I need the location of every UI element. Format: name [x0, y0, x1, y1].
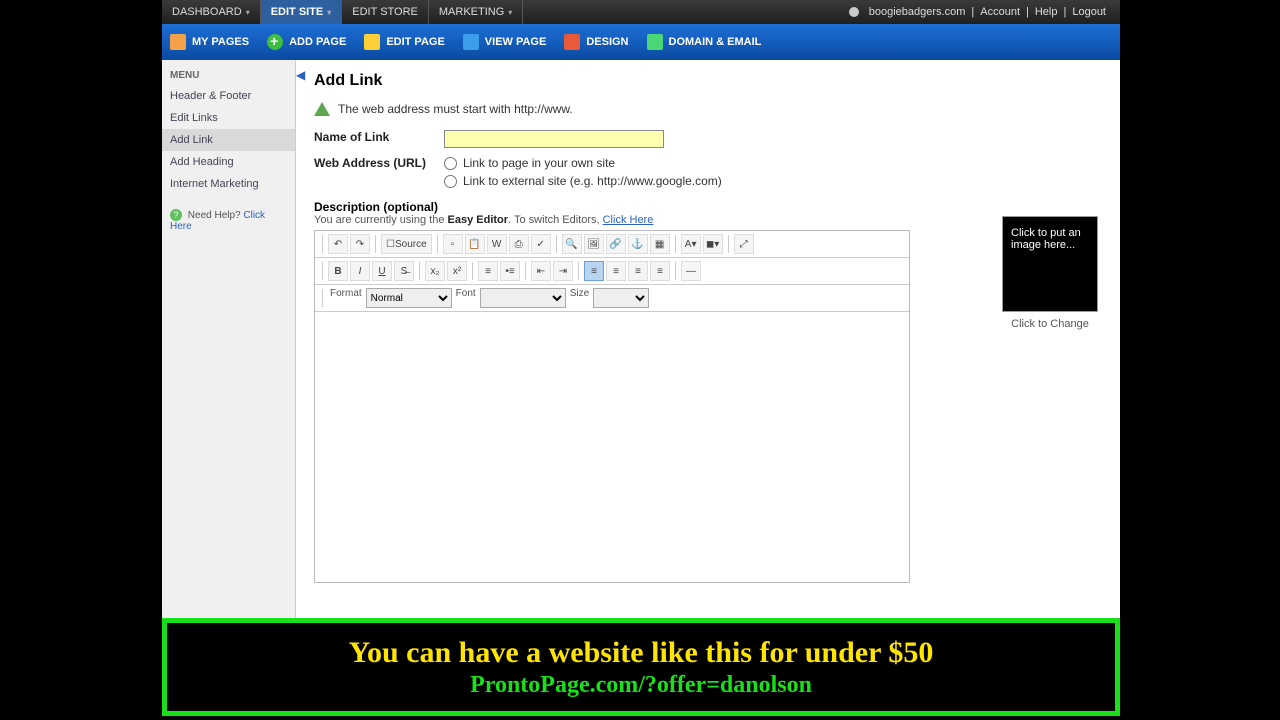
logout-link[interactable]: Logout	[1072, 6, 1106, 18]
bold-button[interactable]: B	[328, 261, 348, 281]
table-button[interactable]: ▦	[650, 234, 670, 254]
promo-banner: You can have a website like this for und…	[162, 618, 1120, 716]
strike-button[interactable]: S̶	[394, 261, 414, 281]
add-page-button[interactable]: ADD PAGE	[267, 34, 346, 50]
globe-icon	[849, 7, 859, 17]
subscript-button[interactable]: x₂	[425, 261, 445, 281]
sidebar: MENU Header & Footer Edit Links Add Link…	[162, 60, 296, 618]
sidebar-item-edit-links[interactable]: Edit Links	[162, 107, 295, 129]
format-label: Format	[328, 288, 364, 308]
bgcolor-button[interactable]: ◼▾	[703, 234, 723, 254]
italic-button[interactable]: I	[350, 261, 370, 281]
my-pages-button[interactable]: MY PAGES	[170, 34, 249, 50]
align-center-button[interactable]: ≡	[606, 261, 626, 281]
new-page-button[interactable]: ▫	[443, 234, 463, 254]
warning-icon	[314, 102, 330, 116]
radio-external-site[interactable]	[444, 175, 457, 188]
underline-button[interactable]: U	[372, 261, 392, 281]
radio-own-site-label: Link to page in your own site	[463, 156, 615, 170]
view-page-button[interactable]: VIEW PAGE	[463, 34, 547, 50]
sidebar-header: MENU	[162, 66, 295, 85]
anchor-button[interactable]: ⚓	[628, 234, 648, 254]
promo-line1: You can have a website like this for und…	[349, 636, 934, 670]
help-icon: ?	[170, 209, 182, 221]
promo-line2: ProntoPage.com/?offer=danolson	[470, 672, 812, 699]
description-label: Description (optional)	[314, 200, 1102, 214]
image-placeholder[interactable]: Click to put an image here...	[1002, 216, 1098, 312]
page-toolbar: MY PAGES ADD PAGE EDIT PAGE VIEW PAGE DE…	[162, 24, 1120, 60]
outdent-button[interactable]: ⇤	[531, 261, 551, 281]
sidebar-item-header-footer[interactable]: Header & Footer	[162, 85, 295, 107]
redo-button[interactable]: ↷	[350, 234, 370, 254]
sidebar-item-internet-marketing[interactable]: Internet Marketing	[162, 173, 295, 195]
switch-editor-link[interactable]: Click Here	[603, 214, 654, 226]
font-label: Font	[454, 288, 478, 308]
radio-external-site-label: Link to external site (e.g. http://www.g…	[463, 174, 722, 188]
editor-canvas[interactable]	[315, 312, 909, 582]
help-link[interactable]: Help	[1035, 6, 1058, 18]
mail-icon	[647, 34, 663, 50]
edit-page-button[interactable]: EDIT PAGE	[364, 34, 444, 50]
sidebar-item-add-heading[interactable]: Add Heading	[162, 151, 295, 173]
account-link[interactable]: Account	[980, 6, 1020, 18]
font-select[interactable]	[480, 288, 566, 308]
page-title: Add Link	[314, 72, 1102, 90]
eye-icon	[463, 34, 479, 50]
pencil-icon	[364, 34, 380, 50]
image-change-link[interactable]: Click to Change	[998, 318, 1102, 330]
nav-edit-store[interactable]: EDIT STORE	[342, 0, 429, 24]
ul-button[interactable]: •≡	[500, 261, 520, 281]
domain-link[interactable]: boogiebadgers.com	[869, 6, 966, 18]
align-left-button[interactable]: ≡	[584, 261, 604, 281]
design-button[interactable]: DESIGN	[564, 34, 628, 50]
warning-banner: The web address must start with http://w…	[314, 102, 1102, 116]
align-right-button[interactable]: ≡	[628, 261, 648, 281]
image-upload-box: Click to put an image here... Click to C…	[998, 216, 1102, 330]
align-justify-button[interactable]: ≡	[650, 261, 670, 281]
image-button[interactable]: 🖼	[584, 234, 604, 254]
spellcheck-button[interactable]: ✓	[531, 234, 551, 254]
sidebar-item-add-link[interactable]: Add Link	[162, 129, 295, 151]
format-select[interactable]: Normal	[366, 288, 452, 308]
rich-text-editor: ↶ ↷ ☐ Source ▫ 📋 W ⎙ ✓ 🔍 🖼 🔗 ⚓ ▦	[314, 230, 910, 583]
domain-email-button[interactable]: DOMAIN & EMAIL	[647, 34, 762, 50]
size-select[interactable]	[593, 288, 649, 308]
source-button[interactable]: ☐ Source	[381, 234, 432, 254]
nav-marketing[interactable]: MARKETING▾	[429, 0, 523, 24]
pages-icon	[170, 34, 186, 50]
nav-edit-site[interactable]: EDIT SITE▾	[261, 0, 343, 24]
link-button[interactable]: 🔗	[606, 234, 626, 254]
description-subtext: You are currently using the Easy Editor.…	[314, 214, 1102, 226]
palette-icon	[564, 34, 580, 50]
indent-button[interactable]: ⇥	[553, 261, 573, 281]
size-label: Size	[568, 288, 591, 308]
find-button[interactable]: 🔍	[562, 234, 582, 254]
undo-button[interactable]: ↶	[328, 234, 348, 254]
web-address-label: Web Address (URL)	[314, 156, 444, 170]
name-of-link-label: Name of Link	[314, 130, 444, 144]
sidebar-help: ? Need Help? Click Here	[162, 201, 295, 240]
radio-own-site[interactable]	[444, 157, 457, 170]
ol-button[interactable]: ≡	[478, 261, 498, 281]
top-navbar: DASHBOARD▾ EDIT SITE▾ EDIT STORE MARKETI…	[162, 0, 1120, 24]
hr-button[interactable]: ―	[681, 261, 701, 281]
nav-dashboard[interactable]: DASHBOARD▾	[162, 0, 261, 24]
superscript-button[interactable]: x²	[447, 261, 467, 281]
name-of-link-input[interactable]	[444, 130, 664, 148]
main-content: ◀ Add Link The web address must start wi…	[296, 60, 1120, 618]
print-button[interactable]: ⎙	[509, 234, 529, 254]
collapse-sidebar-icon[interactable]: ◀	[296, 68, 306, 82]
paste-button[interactable]: 📋	[465, 234, 485, 254]
plus-icon	[267, 34, 283, 50]
textcolor-button[interactable]: A▾	[681, 234, 701, 254]
maximize-button[interactable]: ⤢	[734, 234, 754, 254]
paste-word-button[interactable]: W	[487, 234, 507, 254]
